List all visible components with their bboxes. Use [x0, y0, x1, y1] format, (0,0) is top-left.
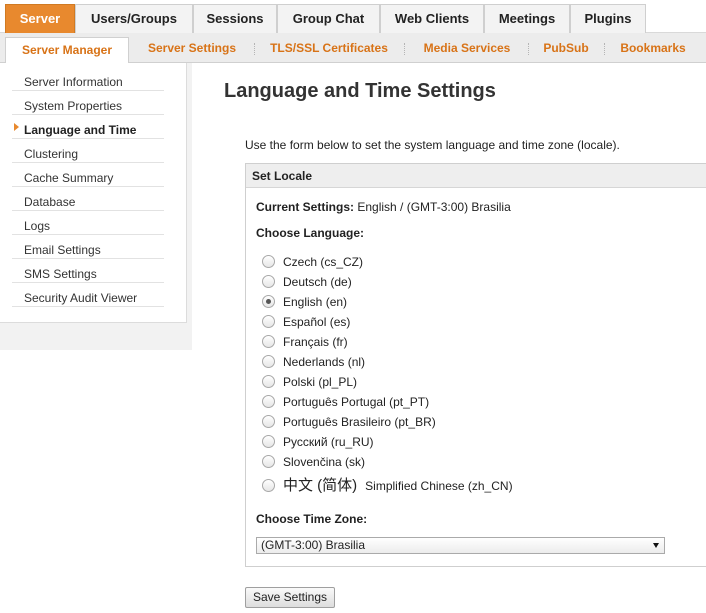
language-label: Español (es) [283, 315, 351, 329]
sidebar-item-system-properties[interactable]: System Properties [12, 91, 164, 115]
caret-right-icon [14, 123, 19, 131]
panel-title: Set Locale [246, 164, 706, 188]
choose-timezone-label: Choose Time Zone: [256, 512, 368, 526]
subtab-separator [528, 43, 529, 55]
sub-navigation: Server Manager Server Settings TLS/SSL C… [0, 33, 706, 63]
language-label: English (en) [283, 295, 348, 309]
sidebar-item-label: SMS Settings [24, 267, 97, 281]
subtab-bookmarks[interactable]: Bookmarks [610, 33, 696, 62]
sidebar-item-label: Email Settings [24, 243, 101, 257]
language-label: Français (fr) [283, 335, 348, 349]
current-settings-label: Current Settings: [256, 200, 355, 214]
tab-server[interactable]: Server [5, 4, 75, 34]
language-label: Czech (cs_CZ) [283, 255, 364, 269]
language-label: Nederlands (nl) [283, 355, 366, 369]
radio-button[interactable] [262, 415, 275, 428]
radio-button[interactable] [262, 255, 275, 268]
language-english-name: Simplified Chinese (zh_CN) [365, 479, 513, 493]
tab-sessions[interactable]: Sessions [193, 4, 277, 33]
subtab-separator [254, 43, 255, 55]
sidebar-item-label: Server Information [24, 75, 123, 89]
subtab-separator [604, 43, 605, 55]
sidebar-item-language-and-time[interactable]: Language and Time [12, 115, 164, 139]
tab-plugins[interactable]: Plugins [570, 4, 646, 33]
subtab-tls-ssl-certificates[interactable]: TLS/SSL Certificates [258, 33, 400, 62]
sidebar-item-sms-settings[interactable]: SMS Settings [12, 259, 164, 283]
sidebar-item-label: Database [24, 195, 76, 209]
radio-button[interactable] [262, 479, 275, 492]
language-label: 中文 (简体) Simplified Chinese (zh_CN) [283, 477, 513, 495]
sidebar-item-label: Cache Summary [24, 171, 114, 185]
tab-users-groups[interactable]: Users/Groups [75, 4, 193, 33]
tab-web-clients[interactable]: Web Clients [380, 4, 484, 33]
sidebar-item-label: System Properties [24, 99, 123, 113]
subtab-server-manager[interactable]: Server Manager [5, 37, 129, 63]
language-label: Polski (pl_PL) [283, 375, 358, 389]
sidebar-item-cache-summary[interactable]: Cache Summary [12, 163, 164, 187]
choose-language-label: Choose Language: [256, 226, 365, 240]
radio-button[interactable] [262, 335, 275, 348]
radio-button-selected[interactable] [262, 295, 275, 308]
sidebar-item-server-information[interactable]: Server Information [12, 67, 164, 91]
radio-button[interactable] [262, 375, 275, 388]
tab-group-chat[interactable]: Group Chat [277, 4, 380, 33]
language-label: Русский (ru_RU) [283, 435, 374, 449]
radio-button[interactable] [262, 315, 275, 328]
save-settings-button[interactable]: Save Settings [245, 587, 335, 608]
subtab-separator [404, 43, 405, 55]
radio-button[interactable] [262, 355, 275, 368]
sidebar-item-label: Clustering [24, 147, 79, 161]
sidebar-item-database[interactable]: Database [12, 187, 164, 211]
subtab-pubsub[interactable]: PubSub [532, 33, 600, 62]
intro-text: Use the form below to set the system lan… [245, 138, 620, 152]
page-title: Language and Time Settings [224, 80, 496, 102]
sidebar-item-label: Logs [24, 219, 51, 233]
radio-button[interactable] [262, 275, 275, 288]
sidebar-item-label: Language and Time [24, 123, 137, 137]
radio-button[interactable] [262, 435, 275, 448]
sidebar-item-clustering[interactable]: Clustering [12, 139, 164, 163]
timezone-select[interactable]: (GMT-3:00) Brasilia [256, 537, 665, 554]
subtab-media-services[interactable]: Media Services [410, 33, 524, 62]
timezone-selected-value: (GMT-3:00) Brasilia [261, 538, 366, 552]
sidebar-item-security-audit-viewer[interactable]: Security Audit Viewer [12, 283, 164, 307]
tab-meetings[interactable]: Meetings [484, 4, 570, 33]
language-label: Deutsch (de) [283, 275, 352, 289]
top-navigation: Server Users/Groups Sessions Group Chat … [0, 0, 706, 34]
sidebar-item-logs[interactable]: Logs [12, 211, 164, 235]
language-label: Português Brasileiro (pt_BR) [283, 415, 436, 429]
language-native-name: 中文 (简体) [283, 477, 358, 494]
radio-button[interactable] [262, 395, 275, 408]
sidebar-item-label: Security Audit Viewer [24, 291, 138, 305]
radio-button[interactable] [262, 455, 275, 468]
language-label: Português Portugal (pt_PT) [283, 395, 430, 409]
sidebar-item-email-settings[interactable]: Email Settings [12, 235, 164, 259]
current-settings: Current Settings: English / (GMT-3:00) B… [256, 200, 511, 214]
current-settings-value: English / (GMT-3:00) Brasilia [357, 200, 511, 214]
sidebar: Server Information System Properties Lan… [0, 63, 187, 323]
triangle-down-icon [653, 543, 659, 548]
subtab-server-settings[interactable]: Server Settings [133, 33, 251, 62]
language-label: Slovenčina (sk) [283, 455, 366, 469]
